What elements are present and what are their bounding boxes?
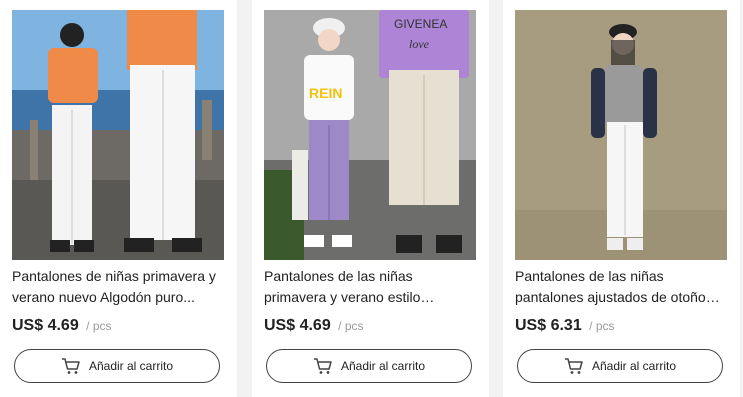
add-to-cart-button[interactable]: Añadir al carrito xyxy=(14,349,220,383)
price-unit: / pcs xyxy=(589,319,615,333)
price-unit: / pcs xyxy=(338,319,364,333)
price-row: US$ 6.31 / pcs xyxy=(515,317,615,335)
product-card[interactable]: Pantalones de niñas primavera y verano n… xyxy=(0,0,237,397)
price-unit: / pcs xyxy=(86,319,112,333)
product-title[interactable]: Pantalones de niñas primavera y verano n… xyxy=(12,266,224,308)
product-image[interactable]: REIN GIVENEA love xyxy=(264,10,476,260)
price-row: US$ 4.69 / pcs xyxy=(12,317,112,335)
shopping-cart-icon xyxy=(564,358,583,374)
product-price: US$ 4.69 xyxy=(264,317,331,334)
add-to-cart-label: Añadir al carrito xyxy=(591,359,677,373)
product-card[interactable]: REIN GIVENEA love Pantalones de las niña… xyxy=(252,0,489,397)
price-row: US$ 4.69 / pcs xyxy=(264,317,364,335)
product-card[interactable]: Pantalones de las niñas pantalones ajust… xyxy=(503,0,740,397)
add-to-cart-button[interactable]: Añadir al carrito xyxy=(266,349,472,383)
add-to-cart-label: Añadir al carrito xyxy=(340,359,426,373)
svg-text:REIN: REIN xyxy=(309,85,342,101)
add-to-cart-button[interactable]: Añadir al carrito xyxy=(517,349,723,383)
product-price: US$ 6.31 xyxy=(515,317,582,334)
product-title[interactable]: Pantalones de las niñas pantalones ajust… xyxy=(515,266,727,308)
product-image[interactable] xyxy=(515,10,727,260)
shopping-cart-icon xyxy=(61,358,80,374)
add-to-cart-label: Añadir al carrito xyxy=(88,359,174,373)
product-title[interactable]: Pantalones de las niñas primavera y vera… xyxy=(264,266,476,308)
shopping-cart-icon xyxy=(313,358,332,374)
svg-text:love: love xyxy=(409,37,430,51)
product-image[interactable] xyxy=(12,10,224,260)
svg-text:GIVENEA: GIVENEA xyxy=(394,17,447,31)
product-price: US$ 4.69 xyxy=(12,317,79,334)
